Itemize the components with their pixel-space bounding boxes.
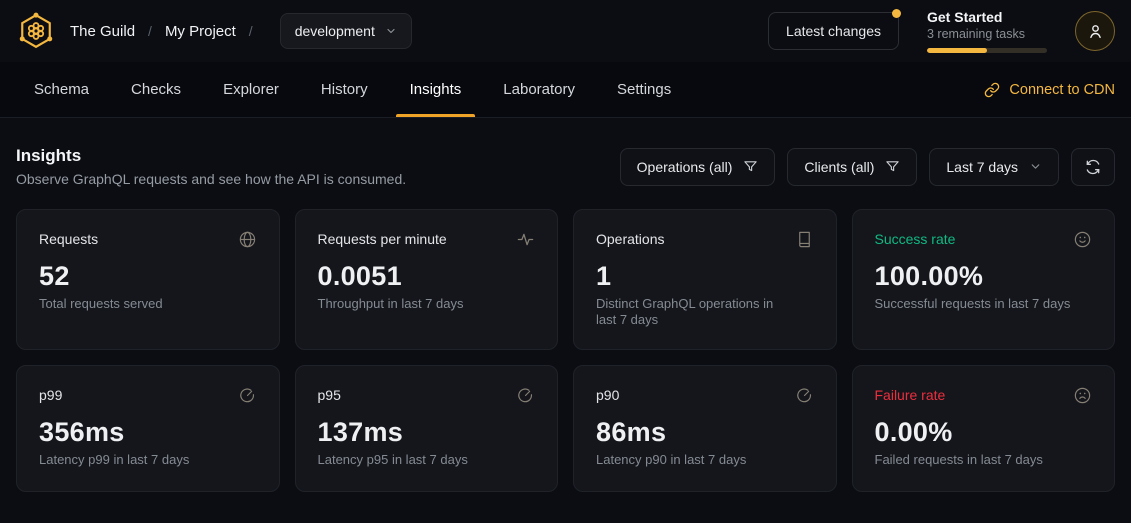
stat-card-requests-per-minute: Requests per minute 0.0051 Throughput in… bbox=[295, 209, 559, 350]
stat-value: 1 bbox=[596, 261, 814, 292]
stat-value: 100.00% bbox=[875, 261, 1093, 292]
date-range-label: Last 7 days bbox=[946, 159, 1018, 175]
latest-changes-button[interactable]: Latest changes bbox=[768, 12, 899, 50]
stat-description: Successful requests in last 7 days bbox=[875, 296, 1075, 312]
stat-value: 0.00% bbox=[875, 417, 1093, 448]
stat-description: Distinct GraphQL operations in last 7 da… bbox=[596, 296, 796, 329]
tab-schema[interactable]: Schema bbox=[20, 62, 103, 117]
stat-card-success-rate: Success rate 100.00% Successful requests… bbox=[852, 209, 1116, 350]
get-started-remaining-tasks: 3 remaining tasks bbox=[927, 27, 1047, 41]
stat-description: Failed requests in last 7 days bbox=[875, 452, 1075, 468]
stat-description: Latency p90 in last 7 days bbox=[596, 452, 796, 468]
stat-card-p99: p99 356ms Latency p99 in last 7 days bbox=[16, 365, 280, 492]
stat-title: Requests bbox=[39, 230, 98, 247]
smile-icon bbox=[1073, 230, 1092, 249]
get-started-progress-fill bbox=[927, 48, 987, 53]
tab-explorer[interactable]: Explorer bbox=[209, 62, 293, 117]
refresh-button[interactable] bbox=[1071, 148, 1115, 186]
date-range-selector[interactable]: Last 7 days bbox=[929, 148, 1059, 186]
tab-history[interactable]: History bbox=[307, 62, 382, 117]
stat-card-requests: Requests 52 Total requests served bbox=[16, 209, 280, 350]
activity-icon bbox=[516, 230, 535, 249]
stat-description: Latency p99 in last 7 days bbox=[39, 452, 239, 468]
stat-description: Total requests served bbox=[39, 296, 239, 312]
user-avatar[interactable] bbox=[1075, 11, 1115, 51]
gauge-icon bbox=[238, 386, 257, 405]
stat-title: Operations bbox=[596, 230, 664, 247]
stat-description: Throughput in last 7 days bbox=[318, 296, 518, 312]
get-started-widget[interactable]: Get Started 3 remaining tasks bbox=[927, 9, 1047, 53]
environment-selector-value: development bbox=[295, 23, 375, 39]
gauge-icon bbox=[795, 386, 814, 405]
stat-value: 137ms bbox=[318, 417, 536, 448]
filter-icon bbox=[743, 159, 758, 174]
stat-title: Requests per minute bbox=[318, 230, 447, 247]
latest-changes-label: Latest changes bbox=[786, 23, 881, 39]
tab-settings[interactable]: Settings bbox=[603, 62, 685, 117]
stat-value: 356ms bbox=[39, 417, 257, 448]
breadcrumb-separator: / bbox=[249, 23, 253, 39]
clients-filter-label: Clients (all) bbox=[804, 159, 874, 175]
chevron-down-icon bbox=[385, 25, 397, 37]
filters-toolbar: Operations (all) Clients (all) Last 7 da… bbox=[620, 148, 1115, 186]
frown-icon bbox=[1073, 386, 1092, 405]
breadcrumb-separator: / bbox=[148, 23, 152, 39]
filter-icon bbox=[885, 159, 900, 174]
app-header: The Guild / My Project / development Lat… bbox=[0, 0, 1131, 62]
globe-icon bbox=[238, 230, 257, 249]
environment-selector[interactable]: development bbox=[280, 13, 412, 49]
page-subtitle: Observe GraphQL requests and see how the… bbox=[16, 171, 406, 187]
stat-title: p95 bbox=[318, 386, 341, 403]
tab-checks[interactable]: Checks bbox=[117, 62, 195, 117]
operations-filter-label: Operations (all) bbox=[637, 159, 733, 175]
breadcrumb-project[interactable]: My Project bbox=[165, 23, 236, 40]
page-title: Insights bbox=[16, 146, 406, 166]
tab-navigation: Schema Checks Explorer History Insights … bbox=[0, 62, 1131, 118]
tab-list: Schema Checks Explorer History Insights … bbox=[16, 62, 685, 117]
tab-insights[interactable]: Insights bbox=[396, 62, 476, 117]
stat-title: Failure rate bbox=[875, 386, 946, 403]
stat-card-p90: p90 86ms Latency p90 in last 7 days bbox=[573, 365, 837, 492]
get-started-progress-bar bbox=[927, 48, 1047, 53]
notification-dot bbox=[892, 9, 901, 18]
stat-card-operations: Operations 1 Distinct GraphQL operations… bbox=[573, 209, 837, 350]
book-icon bbox=[795, 230, 814, 249]
stat-title: Success rate bbox=[875, 230, 956, 247]
stat-title: p90 bbox=[596, 386, 619, 403]
stat-value: 86ms bbox=[596, 417, 814, 448]
breadcrumb-org[interactable]: The Guild bbox=[70, 23, 135, 40]
operations-filter-button[interactable]: Operations (all) bbox=[620, 148, 776, 186]
connect-to-cdn-link[interactable]: Connect to CDN bbox=[984, 62, 1115, 117]
stat-title: p99 bbox=[39, 386, 62, 403]
stat-card-p95: p95 137ms Latency p95 in last 7 days bbox=[295, 365, 559, 492]
link-icon bbox=[984, 82, 1000, 98]
refresh-icon bbox=[1085, 159, 1101, 175]
insights-title-block: Insights Observe GraphQL requests and se… bbox=[16, 146, 406, 187]
stat-card-failure-rate: Failure rate 0.00% Failed requests in la… bbox=[852, 365, 1116, 492]
tab-laboratory[interactable]: Laboratory bbox=[489, 62, 589, 117]
gauge-icon bbox=[516, 386, 535, 405]
stat-value: 52 bbox=[39, 261, 257, 292]
get-started-title: Get Started bbox=[927, 9, 1047, 25]
clients-filter-button[interactable]: Clients (all) bbox=[787, 148, 917, 186]
connect-to-cdn-label: Connect to CDN bbox=[1009, 82, 1115, 98]
stat-value: 0.0051 bbox=[318, 261, 536, 292]
chevron-down-icon bbox=[1029, 160, 1042, 173]
stat-description: Latency p95 in last 7 days bbox=[318, 452, 518, 468]
insights-header: Insights Observe GraphQL requests and se… bbox=[0, 118, 1131, 187]
stats-grid: Requests 52 Total requests served Reques… bbox=[0, 187, 1131, 508]
person-icon bbox=[1086, 22, 1105, 41]
hive-logo-icon[interactable] bbox=[16, 10, 56, 52]
